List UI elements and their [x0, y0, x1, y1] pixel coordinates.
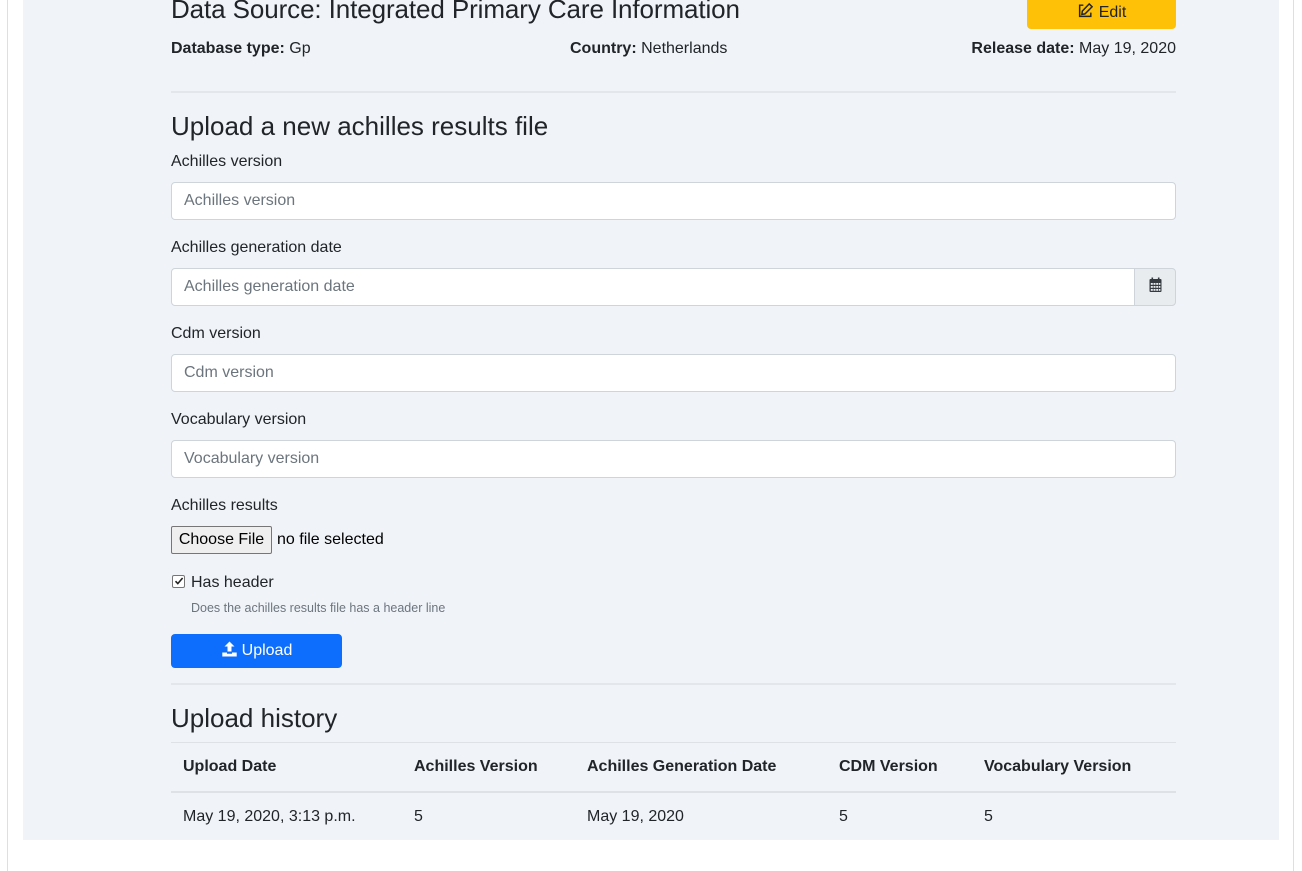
database-type: Database type: Gp — [171, 40, 311, 58]
column-header: Vocabulary Version — [972, 742, 1176, 793]
table-cell: May 19, 2020, 3:13 p.m. — [183, 807, 356, 825]
release-date: Release date: May 19, 2020 — [971, 40, 1176, 58]
achilles-results-label: Achilles results — [171, 497, 278, 514]
country: Country: Netherlands — [570, 40, 727, 58]
file-status: no file selected — [277, 531, 384, 548]
cdm-version-label: Cdm version — [171, 325, 261, 342]
database-type-value: Gp — [289, 40, 311, 57]
database-type-label: Database type: — [171, 40, 285, 57]
achilles-version-label: Achilles version — [171, 153, 283, 170]
vocabulary-version-input[interactable] — [171, 440, 1176, 478]
table-cell: May 19, 2020 — [587, 807, 684, 825]
edit-button[interactable]: Edit — [1027, 0, 1176, 29]
column-header: CDM Version — [827, 742, 972, 793]
release-date-value: May 19, 2020 — [1079, 40, 1176, 57]
achilles-generation-date-label: Achilles generation date — [171, 239, 342, 256]
date-picker-button[interactable] — [1134, 268, 1176, 306]
table-header-row: Upload Date Achilles Version Achilles Ge… — [171, 742, 1176, 793]
upload-form-heading: Upload a new achilles results file — [171, 111, 549, 141]
vocabulary-version-label: Vocabulary version — [171, 411, 307, 428]
divider — [171, 683, 1176, 685]
country-label: Country: — [570, 40, 637, 57]
column-header: Achilles Version — [402, 742, 575, 793]
table-cell: 5 — [839, 807, 848, 825]
table-cell: 5 — [984, 807, 993, 825]
achilles-generation-date-input[interactable] — [171, 268, 1135, 306]
upload-history-table: Upload Date Achilles Version Achilles Ge… — [171, 742, 1176, 841]
has-header-help-text: Does the achilles results file has a hea… — [191, 601, 446, 615]
divider — [171, 91, 1176, 93]
choose-file-button[interactable]: Choose File — [171, 526, 272, 554]
country-value: Netherlands — [641, 40, 728, 57]
upload-button-label: Upload — [241, 642, 293, 659]
column-header: Achilles Generation Date — [575, 742, 827, 793]
data-source-panel: Data Source: Integrated Primary Care Inf… — [23, 0, 1279, 840]
edit-button-label: Edit — [1098, 3, 1127, 21]
has-header-checkbox[interactable] — [172, 575, 185, 588]
page-title: Data Source: Integrated Primary Care Inf… — [171, 0, 740, 24]
achilles-version-input[interactable] — [171, 182, 1176, 220]
calendar-icon — [1148, 277, 1163, 298]
table-row: May 19, 2020, 3:13 p.m. 5 May 19, 2020 5… — [171, 792, 1176, 841]
column-header: Upload Date — [171, 742, 402, 793]
edit-icon — [1077, 2, 1094, 24]
has-header-label[interactable]: Has header — [191, 574, 274, 592]
table-cell: 5 — [414, 807, 423, 825]
check-icon — [174, 573, 184, 591]
upload-history-heading: Upload history — [171, 703, 338, 733]
upload-button[interactable]: Upload — [171, 634, 342, 668]
upload-icon — [221, 641, 238, 662]
release-date-label: Release date: — [971, 40, 1075, 57]
cdm-version-input[interactable] — [171, 354, 1176, 392]
